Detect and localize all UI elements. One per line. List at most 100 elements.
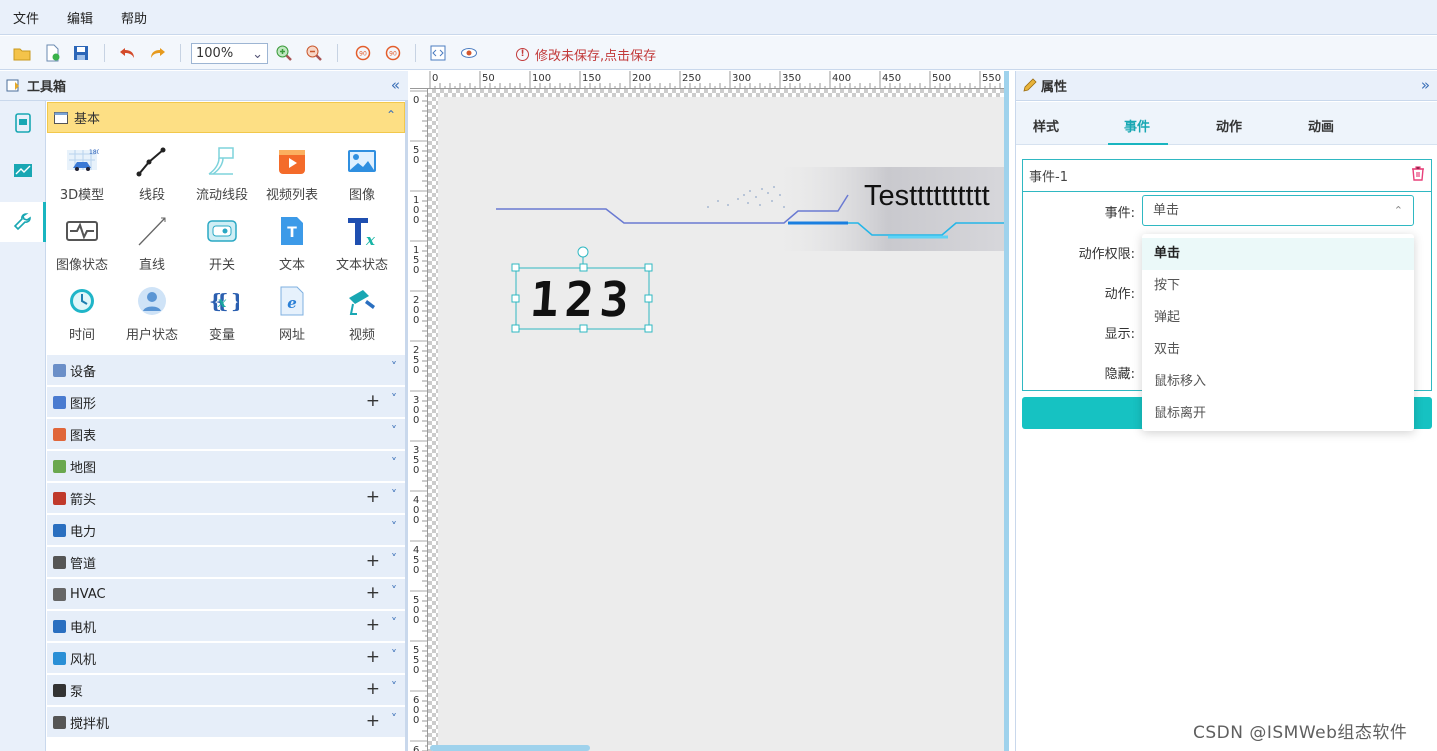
component-video-list[interactable]: 视频列表 <box>257 134 327 204</box>
component-line[interactable]: 直线 <box>117 204 187 274</box>
category-row[interactable]: 图表 ˅ <box>47 419 405 450</box>
chevron-up-icon: ⌃ <box>1393 204 1403 217</box>
canvas-stage[interactable]: Testttttttttt 123 <box>438 97 1008 751</box>
component-switch[interactable]: 开关 <box>187 204 257 274</box>
component-variable[interactable]: {{}x 变量 <box>187 274 257 344</box>
add-icon[interactable]: + <box>366 487 380 507</box>
chevron-down-icon[interactable]: ˅ <box>391 680 397 694</box>
component-web-url[interactable]: e 网址 <box>257 274 327 344</box>
save-icon[interactable] <box>72 44 90 62</box>
new-file-icon[interactable] <box>43 44 61 62</box>
open-folder-icon[interactable] <box>13 44 31 62</box>
tab-style[interactable]: 样式 <box>1033 116 1059 135</box>
component-video[interactable]: 视频 <box>327 274 397 344</box>
component-polyline[interactable]: 线段 <box>117 134 187 204</box>
toolbar: 100% ⌄ 90 90 ! 修改未保存,点击保存 <box>0 36 1437 70</box>
properties-title: 属性 <box>1041 80 1068 95</box>
chevron-down-icon[interactable]: ˅ <box>391 648 397 662</box>
category-row[interactable]: 管道 + ˅ <box>47 547 405 578</box>
chevron-down-icon[interactable]: ˅ <box>391 616 397 630</box>
side-tab-components[interactable] <box>0 103 46 143</box>
ruler-label: 0 <box>413 565 419 576</box>
category-basic-header[interactable]: 基本 ⌃ <box>47 102 405 133</box>
component-user-state[interactable]: 用户状态 <box>117 274 187 344</box>
trash-icon[interactable] <box>1411 165 1425 181</box>
chevron-down-icon[interactable]: ˅ <box>391 424 397 438</box>
event-option-click[interactable]: 单击 <box>1142 238 1414 270</box>
component-image-state[interactable]: 图像状态 <box>47 204 117 274</box>
category-row[interactable]: 图形 + ˅ <box>47 387 405 418</box>
design-canvas[interactable]: 0 50 100 150 200 250 300 350 400 450 500 550 0 50 100… <box>410 71 1008 751</box>
category-row[interactable]: 地图 ˅ <box>47 451 405 482</box>
component-3d-model[interactable]: 180° 3D模型 <box>47 134 117 204</box>
collapse-right-icon[interactable]: » <box>1421 76 1430 94</box>
zoom-select[interactable]: 100% ⌄ <box>191 43 268 64</box>
tab-event[interactable]: 事件 <box>1124 116 1150 135</box>
ruler-label: 0 <box>413 665 419 676</box>
redo-icon[interactable] <box>149 44 167 62</box>
undo-icon[interactable] <box>118 44 136 62</box>
event-card-title: 事件-1 <box>1029 170 1068 185</box>
rotate-right-icon[interactable]: 90 <box>384 44 402 62</box>
component-text-state[interactable]: x 文本状态 <box>327 204 397 274</box>
chevron-up-icon[interactable]: ⌃ <box>386 108 396 122</box>
menu-edit[interactable]: 编辑 <box>67 8 93 27</box>
event-option-mouse-leave[interactable]: 鼠标离开 <box>1142 398 1414 430</box>
chevron-down-icon[interactable]: ˅ <box>391 712 397 726</box>
toolbox-scrollbar[interactable] <box>405 101 408 751</box>
side-tab-charts[interactable] <box>0 151 46 191</box>
add-icon[interactable]: + <box>366 551 380 571</box>
chevron-down-icon[interactable]: ˅ <box>391 392 397 406</box>
chevron-down-icon[interactable]: ˅ <box>391 552 397 566</box>
add-icon[interactable]: + <box>366 391 380 411</box>
add-icon[interactable]: + <box>366 615 380 635</box>
component-time[interactable]: 时间 <box>47 274 117 344</box>
event-option-mouse-enter[interactable]: 鼠标移入 <box>1142 366 1414 398</box>
category-row[interactable]: HVAC + ˅ <box>47 579 405 610</box>
collapse-left-icon[interactable]: « <box>391 76 400 94</box>
category-row[interactable]: 电力 ˅ <box>47 515 405 546</box>
chevron-down-icon[interactable]: ˅ <box>391 488 397 502</box>
unsaved-warning[interactable]: ! 修改未保存,点击保存 <box>516 45 656 64</box>
tab-animation[interactable]: 动画 <box>1308 116 1334 135</box>
add-icon[interactable]: + <box>366 679 380 699</box>
code-icon[interactable] <box>429 44 447 62</box>
component-flow-line[interactable]: 流动线段 <box>187 134 257 204</box>
banner-title-text[interactable]: Testttttttttt <box>864 180 990 213</box>
menu-help[interactable]: 帮助 <box>121 8 147 27</box>
chevron-down-icon[interactable]: ˅ <box>391 584 397 598</box>
switch-icon <box>207 220 237 242</box>
category-row[interactable]: 风机 + ˅ <box>47 643 405 674</box>
preview-icon[interactable] <box>460 44 478 62</box>
category-icon <box>53 587 66 601</box>
component-image[interactable]: 图像 <box>327 134 397 204</box>
ruler-horizontal-ticks: 0 50 100 150 200 250 300 350 400 450 500 550 <box>429 71 1006 88</box>
canvas-vertical-scrollbar[interactable] <box>1004 71 1009 751</box>
category-row[interactable]: 设备 ˅ <box>47 355 405 386</box>
chevron-down-icon[interactable]: ˅ <box>391 520 397 534</box>
zoom-in-icon[interactable] <box>275 44 293 62</box>
tab-action[interactable]: 动作 <box>1216 116 1242 135</box>
category-row[interactable]: 箭头 + ˅ <box>47 483 405 514</box>
menu-file[interactable]: 文件 <box>13 8 39 27</box>
add-icon[interactable]: + <box>366 583 380 603</box>
add-icon[interactable]: + <box>366 647 380 667</box>
event-option-double-click[interactable]: 双击 <box>1142 334 1414 366</box>
add-icon[interactable]: + <box>366 711 380 731</box>
component-text[interactable]: T 文本 <box>257 204 327 274</box>
canvas-horizontal-scrollbar[interactable] <box>430 745 590 751</box>
event-type-select[interactable]: 单击 ⌃ <box>1142 195 1414 226</box>
rotate-left-icon[interactable]: 90 <box>354 44 372 62</box>
ruler-label: 0 <box>413 615 419 626</box>
chevron-down-icon[interactable]: ˅ <box>391 360 397 374</box>
category-row[interactable]: 搅拌机 + ˅ <box>47 707 405 738</box>
zoom-out-icon[interactable] <box>305 44 323 62</box>
category-row[interactable]: 泵 + ˅ <box>47 675 405 706</box>
component-label: 视频 <box>348 328 375 343</box>
category-row[interactable]: 电机 + ˅ <box>47 611 405 642</box>
event-option-mouse-down[interactable]: 按下 <box>1142 270 1414 302</box>
chevron-down-icon[interactable]: ˅ <box>391 456 397 470</box>
active-tab-indicator <box>1108 143 1168 145</box>
event-option-mouse-up[interactable]: 弹起 <box>1142 302 1414 334</box>
side-tab-tools[interactable] <box>0 202 46 242</box>
